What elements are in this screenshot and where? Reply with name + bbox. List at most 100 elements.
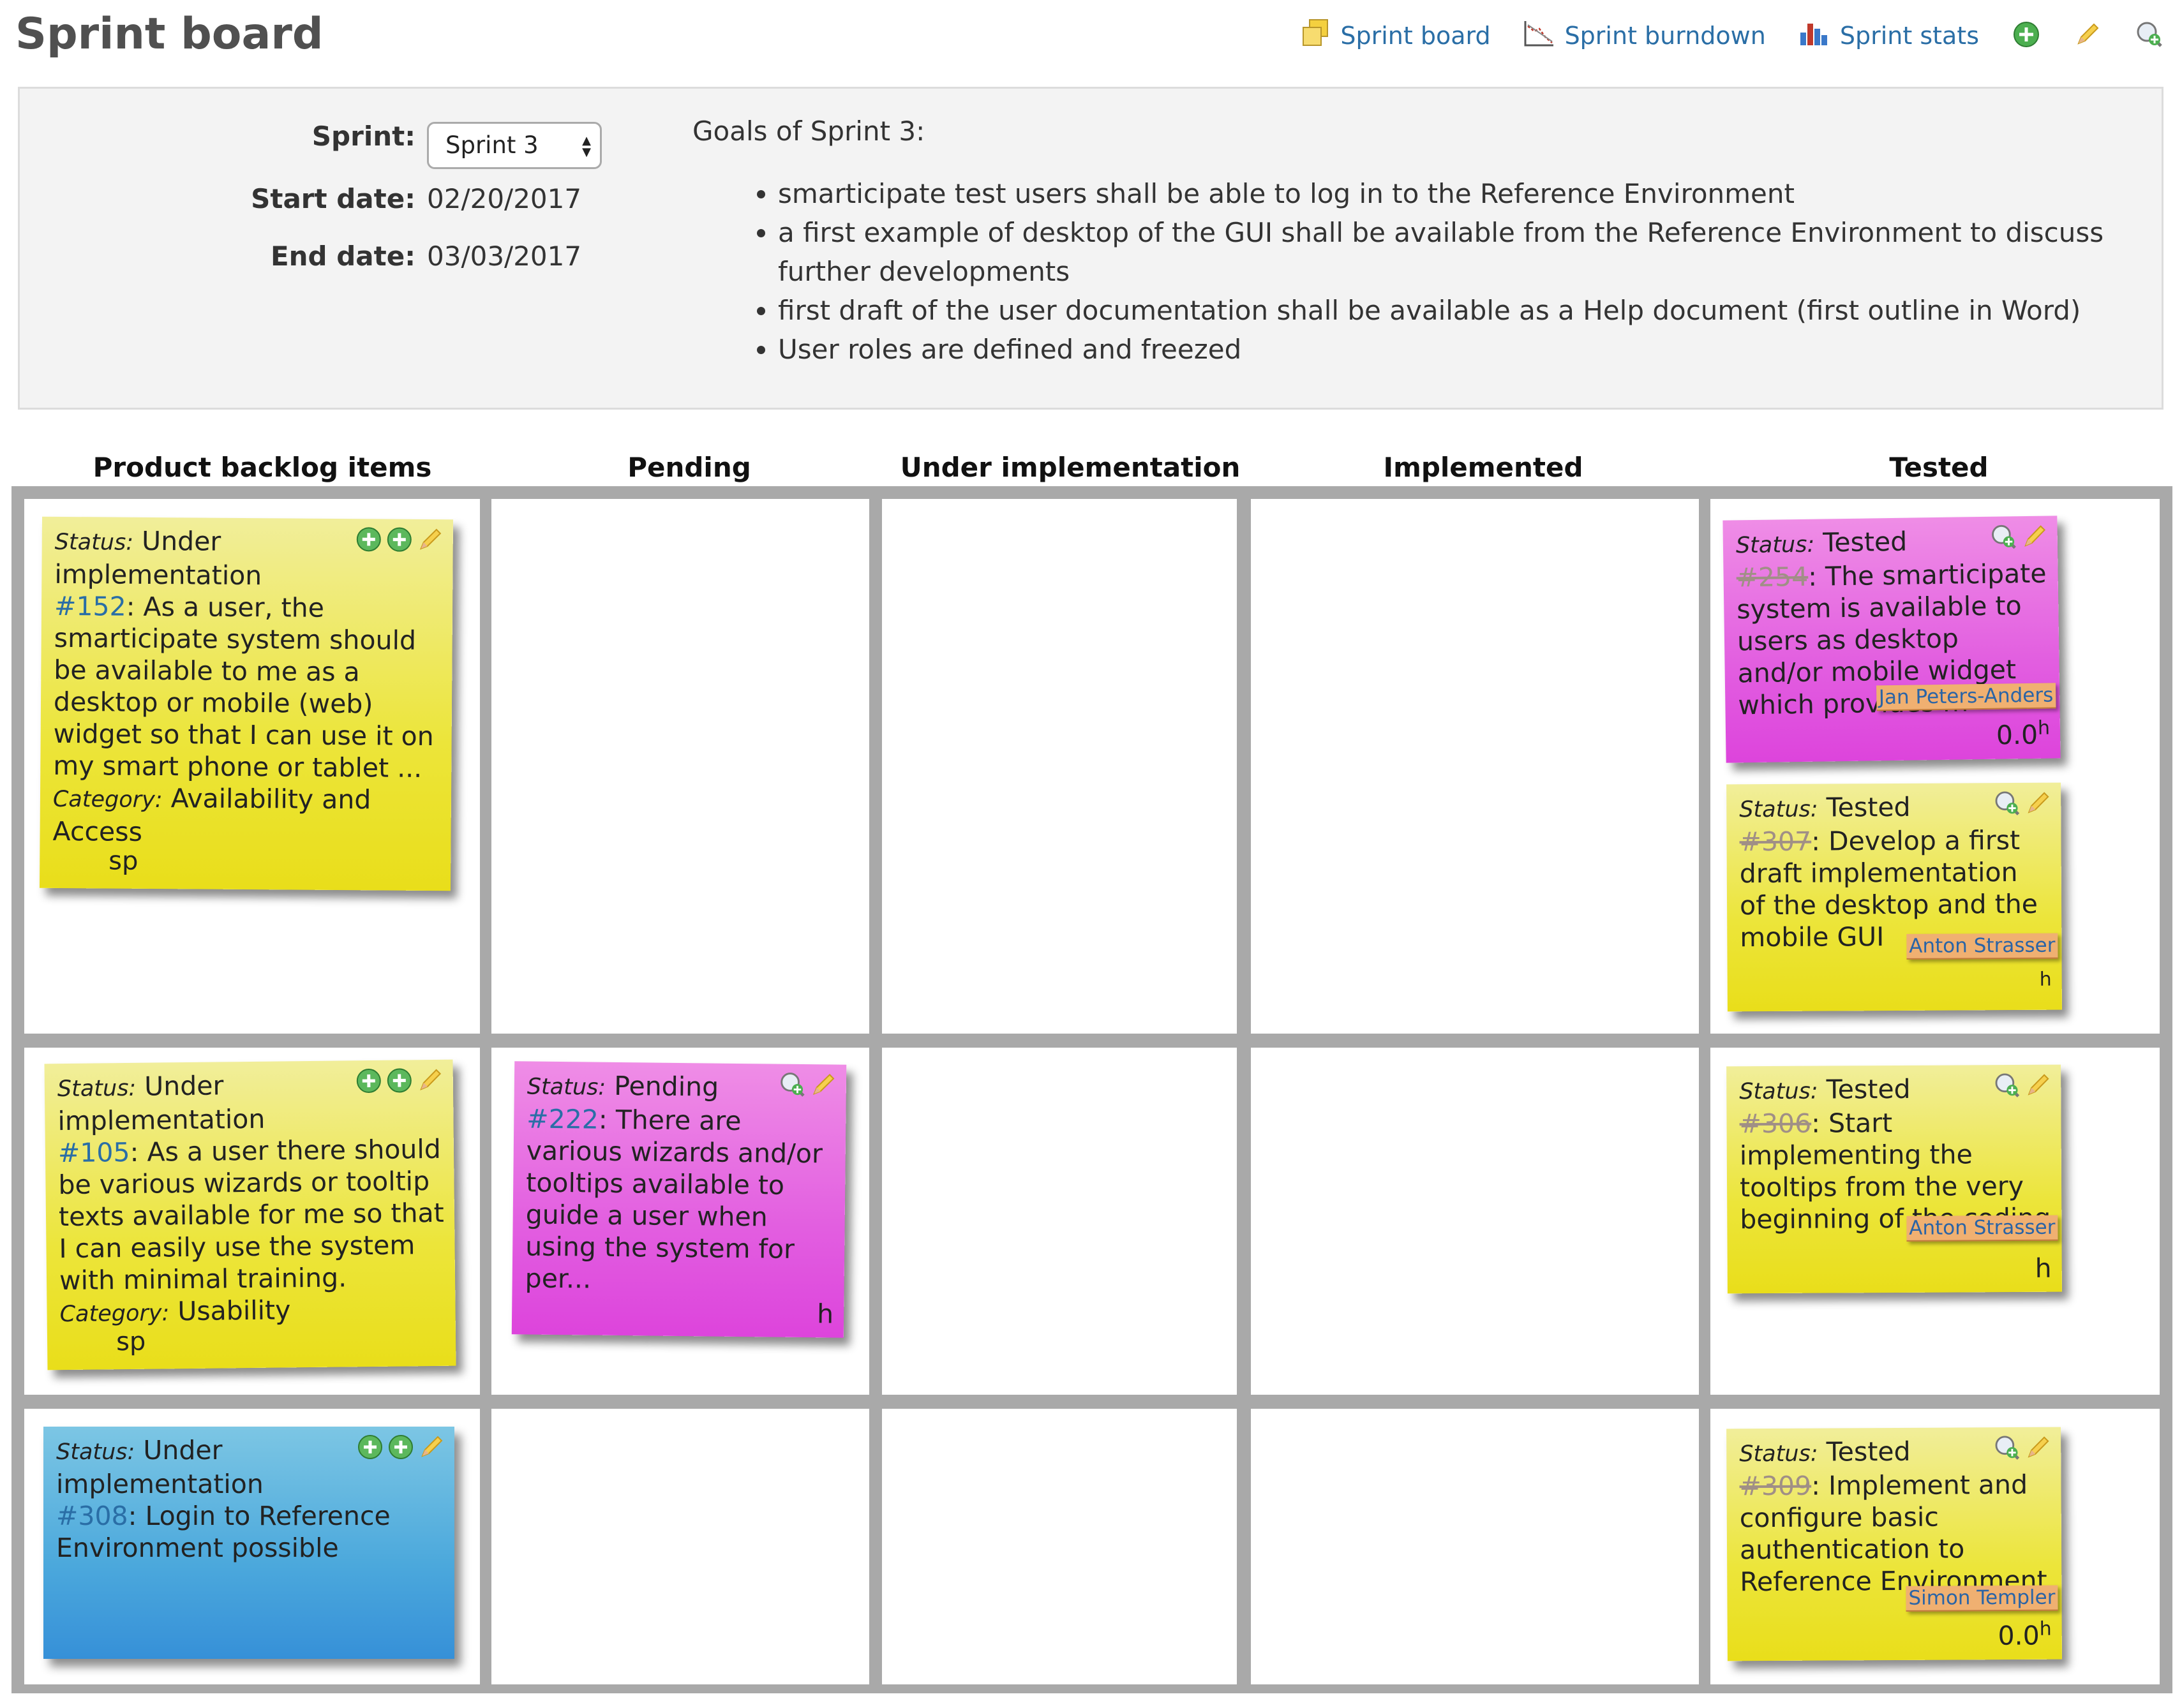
card-tools — [1991, 789, 2052, 818]
status-label: Status: — [54, 529, 134, 556]
status-value: Tested — [1826, 1073, 1911, 1105]
board-cell — [1251, 1048, 1699, 1395]
add-task-icon[interactable] — [355, 525, 383, 553]
sprint-select[interactable]: Sprint 3 ▲ ▼ — [427, 122, 602, 169]
zoom-icon[interactable] — [1989, 523, 2018, 551]
status-value-cont: implementation — [56, 1469, 264, 1499]
add-subtask-icon[interactable] — [385, 1066, 414, 1094]
sprint-info-panel: Sprint: Sprint 3 ▲ ▼ Start date: 02/20/20… — [18, 87, 2163, 410]
edit-icon[interactable] — [2024, 1071, 2052, 1099]
status-value-cont: implementation — [54, 558, 262, 591]
sprint-board-link[interactable]: Sprint board — [1301, 19, 1491, 54]
status-label: Status: — [1739, 796, 1818, 823]
sprint-select-value: Sprint 3 — [445, 131, 539, 159]
goal-item: smarticipate test users shall be able to… — [778, 174, 2150, 213]
edit-icon[interactable] — [417, 1433, 445, 1461]
remaining-hours: h — [2035, 1252, 2052, 1284]
board-cell — [882, 1409, 1237, 1684]
status-label: Status: — [57, 1075, 137, 1103]
status-label: Status: — [1739, 1078, 1818, 1105]
zoom-icon[interactable] — [779, 1071, 807, 1099]
assignee-tag: Simon Templer — [1906, 1585, 2058, 1612]
task-card[interactable]: Status: Tested #309: Implement and confi… — [1726, 1427, 2062, 1661]
item-id-link[interactable]: #222 — [527, 1103, 599, 1134]
goals-title: Goals of Sprint 3: — [692, 115, 925, 147]
hours-value: 0.0 — [1996, 719, 2038, 751]
item-id-link[interactable]: #105 — [58, 1137, 130, 1168]
add-task-icon[interactable] — [356, 1433, 384, 1461]
zoom-icon[interactable] — [2135, 20, 2164, 52]
board-cell — [1251, 1409, 1699, 1684]
board-cell — [882, 1048, 1237, 1395]
edit-icon[interactable] — [2024, 789, 2052, 817]
status-label: Status: — [56, 1439, 135, 1465]
status-value: Tested — [1822, 526, 1908, 558]
story-card[interactable]: Status: Under implementation #308: Login… — [43, 1427, 454, 1659]
add-task-icon[interactable] — [355, 1067, 383, 1095]
edit-icon[interactable] — [416, 1066, 444, 1094]
sprint-burndown-label: Sprint burndown — [1564, 22, 1766, 50]
sprint-stats-link[interactable]: Sprint stats — [1798, 19, 1979, 54]
edit-icon[interactable] — [416, 526, 444, 554]
zoom-icon[interactable] — [1993, 789, 2021, 817]
item-id-link[interactable]: #309 — [1739, 1471, 1811, 1502]
column-header-pending: Pending — [627, 452, 751, 483]
add-icon[interactable] — [2012, 20, 2040, 51]
sprint-burndown-link[interactable]: Sprint burndown — [1523, 19, 1766, 54]
category-label: Category: — [52, 786, 163, 813]
task-card[interactable]: Status: Tested #307: Develop a first dra… — [1726, 782, 2062, 1012]
edit-icon[interactable] — [2024, 1434, 2052, 1462]
status-value: Pending — [613, 1070, 719, 1103]
status-value: Tested — [1826, 1436, 1911, 1467]
edit-icon[interactable] — [2074, 20, 2102, 51]
column-header-tested: Tested — [1889, 452, 1989, 483]
sticky-notes-icon — [1301, 19, 1330, 54]
goal-item: User roles are defined and freezed — [778, 330, 2150, 369]
sprint-label: Sprint: — [311, 121, 415, 152]
card-tools — [1987, 523, 2049, 551]
story-card[interactable]: Status: Under implementation #152: As a … — [39, 516, 454, 891]
remaining-hours: 0.0h — [1996, 713, 2051, 752]
remaining-hours: h — [817, 1298, 834, 1330]
card-tools — [776, 1071, 837, 1099]
board-cell — [882, 499, 1237, 1034]
add-subtask-icon[interactable] — [385, 526, 414, 554]
card-tools — [352, 525, 444, 554]
board-cell — [491, 499, 869, 1034]
sprint-stats-label: Sprint stats — [1839, 22, 1979, 50]
add-subtask-icon[interactable] — [387, 1433, 415, 1461]
category-label: Category: — [59, 1300, 170, 1328]
item-id-link[interactable]: #254 — [1736, 561, 1808, 593]
goals-list: smarticipate test users shall be able to… — [727, 174, 2150, 369]
start-date-label: Start date: — [251, 183, 415, 214]
page-title: Sprint board — [15, 9, 324, 59]
category-value: Usability — [177, 1295, 291, 1327]
assignee-tag: Anton Strasser — [1906, 933, 2058, 960]
top-navigation: Sprint board Sprint burndown Sprint stat… — [1269, 17, 2164, 55]
edit-icon[interactable] — [809, 1071, 837, 1099]
status-label: Status: — [527, 1074, 606, 1101]
item-id-link[interactable]: #307 — [1739, 826, 1811, 858]
story-points: sp — [108, 846, 138, 876]
burndown-chart-icon — [1523, 19, 1555, 54]
edit-icon[interactable] — [2020, 523, 2049, 551]
board-cell — [491, 1409, 869, 1684]
zoom-icon[interactable] — [1993, 1434, 2021, 1462]
column-header-under-implementation: Under implementation — [900, 452, 1241, 483]
item-id-link[interactable]: #152 — [54, 591, 126, 622]
column-header-implemented: Implemented — [1383, 452, 1583, 483]
zoom-icon[interactable] — [1993, 1071, 2021, 1099]
hours-unit: h — [2035, 1252, 2052, 1284]
hours-unit: h — [2039, 1618, 2052, 1641]
hours-unit: h — [2037, 717, 2051, 740]
task-card[interactable]: Status: Tested #306: Start implementing … — [1726, 1064, 2062, 1294]
item-id-link[interactable]: #306 — [1739, 1108, 1811, 1140]
goal-item: first draft of the user documentation sh… — [778, 291, 2150, 330]
story-card[interactable]: Status: Under implementation #105: As a … — [44, 1059, 456, 1370]
item-id-link[interactable]: #308 — [56, 1501, 128, 1531]
status-label: Status: — [1739, 1441, 1818, 1467]
task-card[interactable]: Status: Tested #254: The smarticipate sy… — [1722, 516, 2061, 763]
card-tools — [1991, 1071, 2052, 1100]
card-tools — [1991, 1434, 2052, 1462]
task-card[interactable]: Status: Pending #222: There are various … — [511, 1061, 847, 1338]
